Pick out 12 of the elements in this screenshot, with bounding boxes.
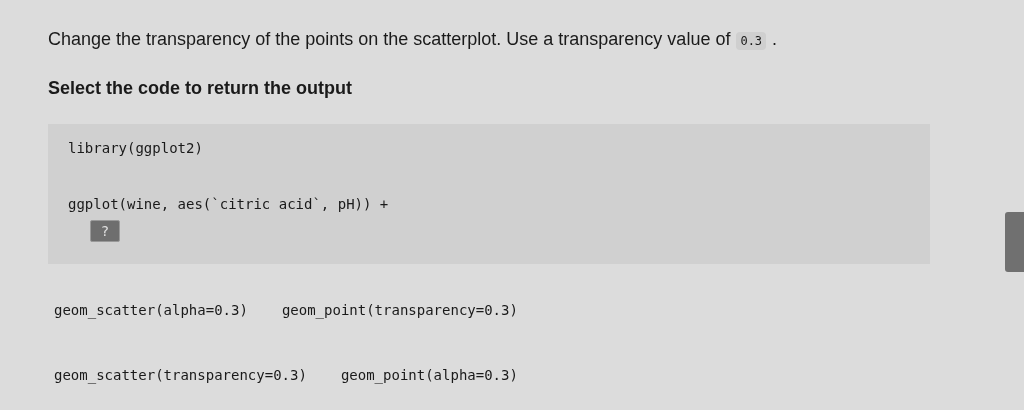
- code-line: ggplot(wine, aes(`citric acid`, pH)) +: [68, 195, 390, 214]
- question-text: Change the transparency of the points on the scatterplot. Use a transparency value of: [48, 28, 731, 51]
- answer-blank[interactable]: ?: [90, 220, 120, 242]
- question-text: .: [772, 28, 778, 51]
- scrollbar-thumb[interactable]: [1005, 212, 1024, 272]
- instruction-text: Select the code to return the output: [48, 77, 353, 100]
- code-line: library(ggplot2): [68, 139, 204, 158]
- inline-code: 0.3: [736, 32, 767, 50]
- answer-option[interactable]: geom_point(transparency=0.3): [279, 300, 520, 321]
- answer-option[interactable]: geom_scatter(alpha=0.3): [52, 300, 250, 321]
- answer-option[interactable]: geom_point(alpha=0.3): [338, 365, 520, 386]
- answer-option[interactable]: geom_scatter(transparency=0.3): [52, 365, 309, 386]
